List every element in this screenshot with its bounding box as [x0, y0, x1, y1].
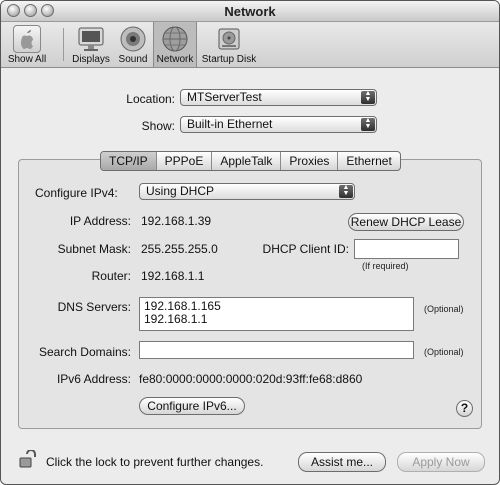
dhcp-client-id-label: DHCP Client ID: [262, 242, 349, 256]
configure-ipv4-label: Configure IPv4: [35, 186, 118, 200]
tab-proxies[interactable]: Proxies [281, 152, 339, 170]
dns-optional-note: (Optional) [424, 304, 464, 314]
toolbar-sound[interactable]: Sound [115, 22, 151, 67]
configure-ipv6-button[interactable]: Configure IPv6... [139, 397, 245, 415]
popup-arrows-icon: ▲ ▼ [361, 90, 375, 104]
globe-icon [161, 25, 189, 53]
toolbar-startup-disk-label: Startup Disk [201, 54, 257, 65]
search-optional-note: (Optional) [424, 347, 464, 357]
toolbar-displays-label: Displays [72, 54, 110, 65]
popup-arrows-icon: ▲ ▼ [339, 184, 353, 198]
location-value: MTServerTest [187, 90, 262, 104]
assist-me-button[interactable]: Assist me... [298, 452, 386, 472]
tab-appletalk[interactable]: AppleTalk [212, 152, 282, 170]
router-label: Router: [91, 269, 131, 283]
tab-ethernet[interactable]: Ethernet [338, 152, 399, 170]
apple-grid-icon [13, 25, 41, 53]
show-label: Show: [141, 119, 175, 133]
show-popup[interactable]: Built-in Ethernet ▲ ▼ [180, 116, 377, 133]
location-label: Location: [126, 92, 175, 106]
toolbar-separator [63, 28, 64, 61]
toolbar-network-label: Network [156, 54, 194, 65]
if-required-note: (If required) [362, 261, 409, 271]
dns-server-entry: 192.168.1.1 [144, 312, 208, 326]
help-button[interactable]: ? [456, 400, 473, 417]
router-value: 192.168.1.1 [141, 269, 205, 283]
lock-icon[interactable] [17, 449, 37, 470]
lock-status-text: Click the lock to prevent further change… [46, 455, 264, 469]
toolbar-show-all-label: Show All [7, 54, 47, 65]
dns-servers-field[interactable]: 192.168.1.165 192.168.1.1 [139, 297, 414, 331]
toolbar-sound-label: Sound [118, 54, 148, 65]
ipv6-address-value: fe80:0000:0000:0000:020d:93ff:fe68:d860 [139, 372, 363, 386]
renew-dhcp-lease-button[interactable]: Renew DHCP Lease [348, 213, 464, 231]
hard-disk-icon [215, 25, 243, 53]
toolbar-displays[interactable]: Displays [69, 22, 113, 67]
tab-pppoe[interactable]: PPPoE [157, 152, 213, 170]
ip-address-label: IP Address: [69, 214, 131, 228]
toolbar-startup-disk[interactable]: Startup Disk [199, 22, 259, 67]
search-domains-field[interactable] [139, 341, 414, 359]
search-domains-label: Search Domains: [38, 345, 131, 359]
window-title: Network [224, 4, 276, 19]
speaker-icon [119, 25, 147, 53]
configure-ipv4-value: Using DHCP [146, 184, 215, 198]
display-icon [76, 25, 106, 53]
ipv6-address-label: IPv6 Address: [56, 372, 131, 386]
toolbar-show-all[interactable]: Show All [7, 22, 47, 67]
preferences-toolbar: Show All Displays Sound Network Startup … [1, 22, 499, 68]
popup-arrows-icon: ▲ ▼ [361, 117, 375, 131]
tab-tcpip[interactable]: TCP/IP [101, 152, 157, 170]
network-window: Network Show All Displays Sound Network … [0, 0, 500, 485]
tab-bar: TCP/IP PPPoE AppleTalk Proxies Ethernet [100, 151, 401, 171]
dhcp-client-id-field[interactable] [354, 239, 459, 259]
subnet-mask-label: Subnet Mask: [57, 242, 131, 256]
location-popup[interactable]: MTServerTest ▲ ▼ [180, 89, 377, 106]
title-bar: Network [1, 1, 499, 22]
toolbar-network[interactable]: Network [153, 22, 197, 67]
show-value: Built-in Ethernet [187, 117, 273, 131]
ip-address-value: 192.168.1.39 [141, 214, 212, 228]
dns-servers-label: DNS Servers: [57, 300, 131, 314]
configure-ipv4-popup[interactable]: Using DHCP ▲ ▼ [139, 183, 355, 200]
subnet-mask-value: 255.255.255.0 [141, 242, 218, 256]
apply-now-button[interactable]: Apply Now [397, 452, 485, 472]
